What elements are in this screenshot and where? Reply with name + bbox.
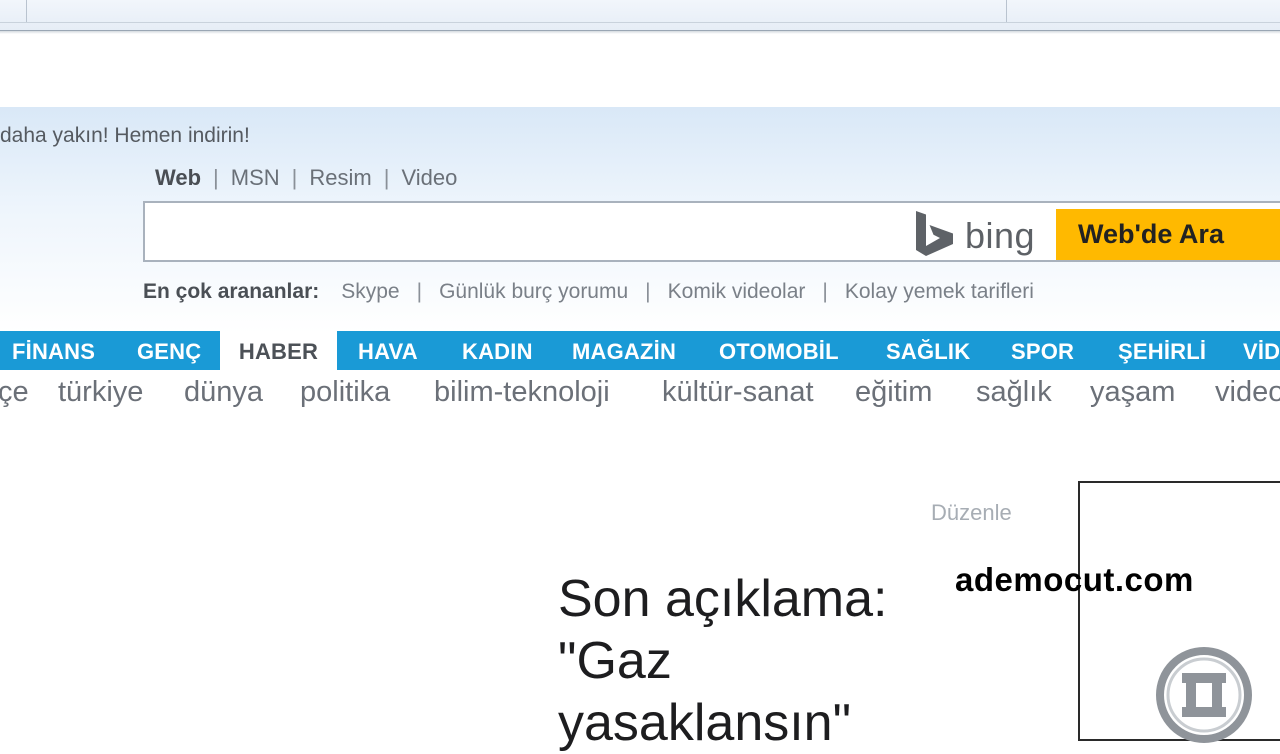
subnav-item[interactable]: sağlık [976,376,1052,409]
toolbar-shadow [0,31,1280,34]
popular-search-link[interactable]: Skype [341,280,399,303]
bing-logo-text: bing [965,215,1036,256]
subnav-item[interactable]: çe [0,376,29,409]
nav-item-otomobil[interactable]: OTOMOBİL [719,331,839,370]
popular-search-link[interactable]: Günlük burç yorumu [439,280,628,303]
nav-item-hava[interactable]: HAVA [358,331,418,370]
browser-toolbar [0,0,1280,31]
subnav-item[interactable]: kültür-sanat [662,376,814,409]
toolbar-divider [0,22,1280,23]
tab-separator: | [383,165,390,190]
watermark-text: ademocut.com [955,561,1194,598]
tab-video[interactable]: Video [401,165,457,191]
popular-search-link[interactable]: Komik videolar [668,280,806,303]
subnav-item[interactable]: video [1215,376,1280,409]
bing-icon [916,211,953,256]
popular-search-link[interactable]: Kolay yemek tarifleri [845,280,1034,303]
nav-item-sehirli[interactable]: ŞEHİRLİ [1118,331,1206,370]
search-input[interactable] [151,209,895,257]
subnav-item[interactable]: yaşam [1090,376,1175,409]
sub-nav: çe türkiye dünya politika bilim-teknoloj… [0,376,1280,416]
nav-item-video[interactable]: VİD [1243,331,1280,370]
news-headline[interactable]: Son açıklama: "Gaz yasaklansın" [558,568,978,754]
toolbar-separator [1006,0,1007,22]
nav-item-haber[interactable]: HABER [220,331,337,370]
search-button[interactable]: Web'de Ara [1056,209,1280,260]
subnav-item[interactable]: dünya [184,376,263,409]
tab-msn[interactable]: MSN [231,165,280,191]
nav-item-genc[interactable]: GENÇ [137,331,201,370]
toolbar-separator [26,0,27,22]
subnav-item[interactable]: eğitim [855,376,932,409]
tab-separator: | [291,165,298,190]
brand-logo-icon [1156,647,1252,743]
subnav-item[interactable]: bilim-teknoloji [434,376,610,409]
popular-searches: En çok arananlar: Skype | Günlük burç yorum… [143,280,1034,304]
tab-web[interactable]: Web [155,165,201,191]
nav-item-spor[interactable]: SPOR [1011,331,1074,370]
nav-item-kadin[interactable]: KADIN [462,331,533,370]
nav-item-saglik[interactable]: SAĞLIK [886,331,970,370]
subnav-item[interactable]: politika [300,376,390,409]
search-box: bing Web'de Ara [143,201,1280,262]
popular-separator: | [416,280,423,303]
nav-item-finans[interactable]: FİNANS [12,331,95,370]
popular-separator: | [645,280,651,303]
promo-link[interactable]: daha yakın! Hemen indirin! [0,124,250,148]
category-nav: FİNANS GENÇ HABER HAVA KADIN MAGAZİN OTO… [0,331,1280,370]
edit-link[interactable]: Düzenle [931,500,1012,526]
popular-searches-label: En çok arananlar: [143,280,320,303]
nav-item-magazin[interactable]: MAGAZİN [572,331,676,370]
tab-resim[interactable]: Resim [309,165,371,191]
search-tabs: Web | MSN | Resim | Video [155,165,457,191]
ad-box[interactable] [1078,481,1280,743]
subnav-item[interactable]: türkiye [58,376,143,409]
tab-separator: | [213,165,219,190]
popular-separator: | [822,280,828,303]
